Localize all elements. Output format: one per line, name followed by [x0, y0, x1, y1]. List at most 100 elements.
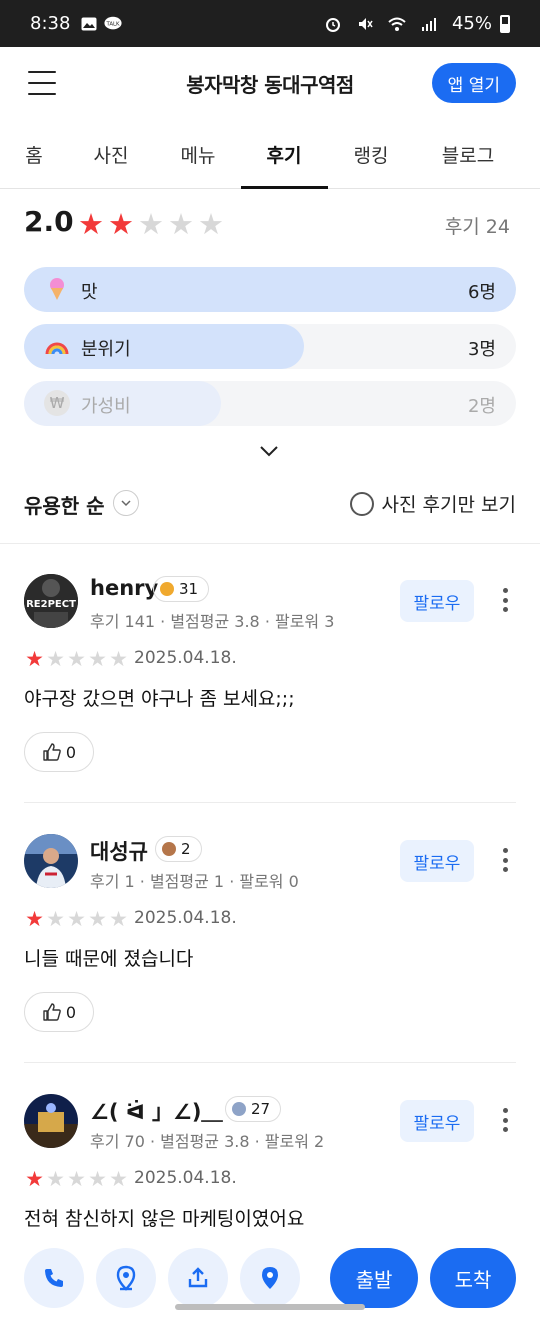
- divider: [24, 1062, 516, 1063]
- badge-icon: [160, 582, 174, 596]
- ice-cream-icon: [44, 276, 70, 302]
- phone-icon: [45, 1269, 63, 1287]
- mute-icon: [356, 15, 374, 33]
- avatar[interactable]: [24, 1094, 78, 1148]
- star-icon: ★: [25, 907, 44, 931]
- share-icon: [188, 1267, 208, 1288]
- radio-icon[interactable]: [349, 491, 374, 516]
- star-icon: ★: [198, 207, 224, 241]
- follow-button[interactable]: 팔로우: [400, 580, 474, 622]
- review-count[interactable]: 후기 24: [445, 212, 510, 239]
- home-indicator[interactable]: [175, 1304, 365, 1310]
- pin-save-icon: [116, 1265, 136, 1291]
- gallery-icon: [80, 15, 98, 33]
- follow-button[interactable]: 팔로우: [400, 1100, 474, 1142]
- thumbs-up-icon: [43, 743, 61, 761]
- signal-icon: [420, 15, 438, 33]
- alarm-icon: [324, 15, 342, 33]
- talk-icon: TALK: [104, 15, 122, 33]
- review-text: 야구장 갔으면 야구나 좀 보세요;;;: [24, 688, 295, 710]
- level-badge: 2: [155, 836, 202, 862]
- tab-reviews[interactable]: 후기: [262, 141, 306, 168]
- star-icon: ★: [88, 647, 107, 671]
- category-bar-taste[interactable]: 맛 6명: [24, 267, 516, 312]
- review-date: 2025.04.18.: [134, 1168, 237, 1188]
- tab-blog[interactable]: 블로그: [437, 141, 499, 168]
- star-icon: ★: [78, 207, 104, 241]
- tab-home[interactable]: 홈: [22, 141, 46, 168]
- sort-chevron-icon[interactable]: [113, 490, 139, 516]
- call-button[interactable]: [24, 1248, 84, 1308]
- tab-ranking[interactable]: 랭킹: [350, 141, 392, 168]
- more-options-icon[interactable]: [502, 1108, 508, 1132]
- star-icon: ★: [46, 1167, 65, 1191]
- badge-icon: [232, 1102, 246, 1116]
- rating-score: 2.0: [24, 205, 74, 238]
- menu-icon[interactable]: [28, 71, 56, 95]
- badge-level: 27: [251, 1100, 271, 1118]
- rating-stars: ★ ★ ★ ★ ★: [76, 206, 226, 242]
- app-header: 봉자막창 동대구역점 앱 열기: [0, 47, 540, 119]
- save-place-button[interactable]: [96, 1248, 156, 1308]
- star-icon: ★: [46, 647, 65, 671]
- reviewer-name[interactable]: 대성규: [90, 836, 148, 866]
- review-card: 대성규 2 후기 1 · 별점평균 1 · 팔로워 0 팔로우 ★ ★ ★ ★ …: [0, 834, 540, 1034]
- reviewer-name[interactable]: henry: [90, 576, 158, 600]
- star-icon: ★: [109, 1167, 128, 1191]
- review-date: 2025.04.18.: [134, 648, 237, 668]
- star-icon: ★: [25, 1167, 44, 1191]
- arrive-button[interactable]: 도착: [430, 1248, 516, 1308]
- like-button[interactable]: 0: [24, 992, 94, 1032]
- category-fill: [24, 267, 516, 312]
- status-time: 8:38: [30, 13, 71, 34]
- star-icon: ★: [46, 907, 65, 931]
- reviewer-meta: 후기 1 · 별점평균 1 · 팔로워 0: [90, 872, 299, 891]
- open-app-button[interactable]: 앱 열기: [431, 63, 516, 103]
- sort-label[interactable]: 유용한 순: [24, 490, 105, 519]
- category-count: 6명: [467, 282, 496, 303]
- star-icon: ★: [168, 207, 194, 241]
- more-options-icon[interactable]: [502, 848, 508, 872]
- avatar[interactable]: [24, 834, 78, 888]
- like-button[interactable]: 0: [24, 732, 94, 772]
- location-button[interactable]: [240, 1248, 300, 1308]
- category-bar-value[interactable]: ₩ 가성비 2명: [24, 381, 516, 426]
- divider: [24, 802, 516, 803]
- more-options-icon[interactable]: [502, 588, 508, 612]
- svg-text:RE2PECT: RE2PECT: [26, 599, 76, 610]
- review-text: 니들 때문에 졌습니다: [24, 948, 194, 970]
- star-icon: ★: [67, 1167, 86, 1191]
- share-button[interactable]: [168, 1248, 228, 1308]
- review-text: 전혀 참신하지 않은 마케팅이였어요: [24, 1208, 305, 1230]
- star-icon: ★: [138, 207, 164, 241]
- tab-photos[interactable]: 사진: [90, 141, 132, 168]
- svg-text:TALK: TALK: [106, 21, 121, 27]
- like-count: 0: [65, 1002, 77, 1022]
- review-date: 2025.04.18.: [134, 908, 237, 928]
- star-icon: ★: [88, 907, 107, 931]
- category-bar-atmosphere[interactable]: 분위기 3명: [24, 324, 516, 369]
- reviewer-name[interactable]: ∠( ᐛ 」∠)＿: [90, 1096, 222, 1126]
- review-card: RE2PECT henry 31 후기 141 · 별점평균 3.8 · 팔로워…: [0, 574, 540, 774]
- star-icon: ★: [67, 647, 86, 671]
- reviewer-meta: 후기 141 · 별점평균 3.8 · 팔로워 3: [90, 612, 335, 631]
- tab-menu[interactable]: 메뉴: [177, 141, 219, 168]
- thumbs-up-icon: [43, 1003, 61, 1021]
- review-stars: ★ ★ ★ ★ ★: [24, 648, 129, 670]
- active-tab-indicator: [241, 186, 328, 189]
- category-count: 2명: [467, 396, 496, 417]
- category-count: 3명: [467, 339, 496, 360]
- like-count: 0: [65, 742, 77, 762]
- expand-chevron-icon[interactable]: [258, 440, 280, 462]
- badge-level: 31: [179, 580, 199, 598]
- review-stars: ★ ★ ★ ★ ★: [24, 1168, 129, 1190]
- depart-button[interactable]: 출발: [330, 1248, 418, 1308]
- photo-only-label: 사진 후기만 보기: [381, 494, 516, 516]
- avatar[interactable]: RE2PECT: [24, 574, 78, 628]
- follow-button[interactable]: 팔로우: [400, 840, 474, 882]
- won-icon: ₩: [44, 390, 70, 416]
- photo-only-toggle[interactable]: 사진 후기만 보기: [349, 490, 516, 517]
- category-label: 분위기: [81, 339, 131, 360]
- category-label: 가성비: [81, 396, 131, 417]
- review-card: ∠( ᐛ 」∠)＿ 27 후기 70 · 별점평균 3.8 · 팔로워 2 팔로…: [0, 1094, 540, 1244]
